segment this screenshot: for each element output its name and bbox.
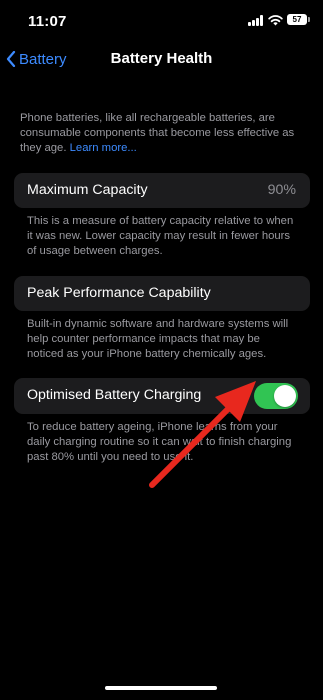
intro-body: Phone batteries, like all rechargeable b… bbox=[20, 112, 295, 154]
home-indicator bbox=[105, 686, 217, 690]
peak-performance-row[interactable]: Peak Performance Capability bbox=[14, 276, 310, 311]
cellular-signal-icon bbox=[248, 15, 264, 26]
peak-performance-label: Peak Performance Capability bbox=[27, 285, 211, 301]
optimised-charging-toggle[interactable] bbox=[254, 383, 298, 409]
maximum-capacity-value: 90% bbox=[267, 182, 296, 198]
toggle-knob bbox=[274, 385, 296, 407]
navigation-bar: Battery Battery Health bbox=[0, 44, 323, 72]
status-time: 11:07 bbox=[28, 13, 67, 30]
maximum-capacity-footnote: This is a measure of battery capacity re… bbox=[27, 215, 294, 257]
intro-text: Phone batteries, like all rechargeable b… bbox=[20, 111, 310, 156]
status-bar: 11:07 57 bbox=[0, 0, 323, 44]
learn-more-link[interactable]: Learn more... bbox=[70, 142, 137, 154]
optimised-charging-footnote: To reduce battery ageing, iPhone learns … bbox=[27, 421, 292, 463]
battery-tip bbox=[308, 17, 310, 22]
peak-performance-footnote: Built-in dynamic software and hardware s… bbox=[27, 318, 289, 360]
maximum-capacity-label: Maximum Capacity bbox=[27, 182, 148, 198]
page-title: Battery Health bbox=[110, 50, 213, 67]
battery-icon: 57 bbox=[287, 14, 307, 25]
maximum-capacity-row: Maximum Capacity 90% bbox=[14, 173, 310, 208]
wifi-icon bbox=[268, 15, 283, 26]
optimised-charging-row: Optimised Battery Charging bbox=[14, 378, 310, 414]
optimised-charging-label: Optimised Battery Charging bbox=[27, 387, 202, 403]
